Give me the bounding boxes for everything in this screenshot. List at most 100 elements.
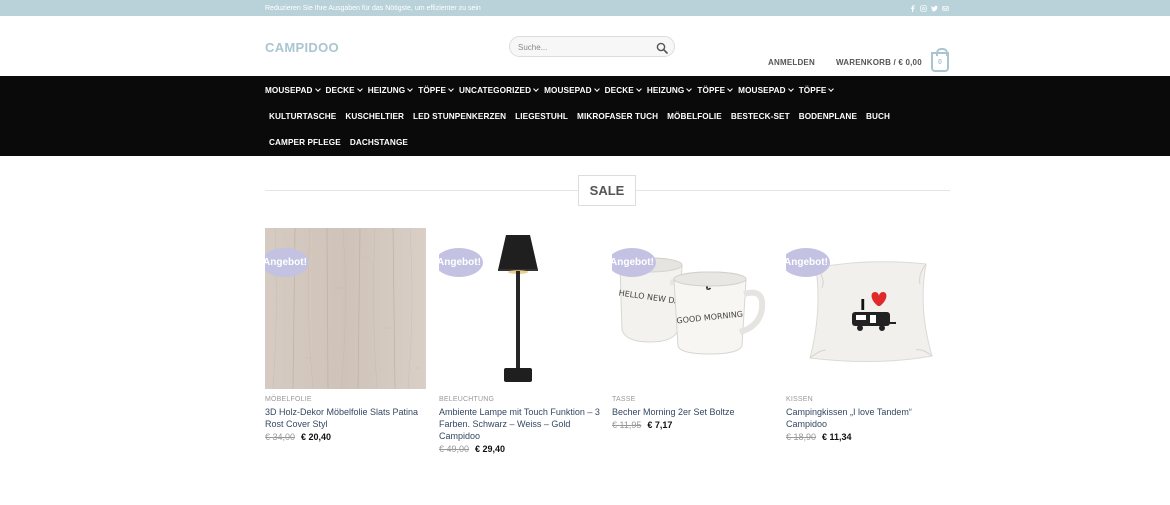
- old-price: € 11,95: [612, 420, 642, 430]
- nav-item-besteck-set[interactable]: BESTECK-SET: [731, 112, 790, 121]
- cart-link[interactable]: WARENKORB / € 0,00: [836, 58, 922, 67]
- pillow-letter: I: [860, 296, 866, 314]
- old-price: € 49,00: [439, 444, 470, 454]
- product-image-lamp[interactable]: Angebot!: [439, 228, 600, 389]
- nav-item-kuscheltier[interactable]: KUSCHELTIER: [345, 112, 404, 121]
- social-links: [909, 4, 949, 12]
- nav-item-label: DACHSTANGE: [349, 137, 408, 147]
- twitter-icon[interactable]: [931, 5, 938, 12]
- nav-item-label: LIEGESTUHL: [515, 111, 569, 121]
- nav-item-decke[interactable]: DECKE: [325, 85, 363, 95]
- nav-item-heizung[interactable]: HEIZUNG: [367, 85, 414, 95]
- site-logo[interactable]: CAMPIDOO: [265, 40, 339, 55]
- product-title[interactable]: Campingkissen „I love Tandem“ Campidoo: [786, 406, 947, 430]
- nav-item-label: LED STUNPENKERZEN: [413, 111, 507, 121]
- search-icon[interactable]: [656, 41, 668, 54]
- chevron-down-icon: [314, 86, 321, 92]
- chevron-down-icon: [635, 86, 642, 92]
- product-title[interactable]: Becher Morning 2er Set Boltze: [612, 406, 773, 418]
- chevron-down-icon: [787, 86, 794, 92]
- product-price: € 49,00 € 29,40: [439, 444, 600, 454]
- site-header: CAMPIDOO ANMELDEN WARENKORB / € 0,00 0: [0, 16, 1170, 76]
- nav-item-möbelfolie[interactable]: MÖBELFOLIE: [667, 112, 722, 121]
- nav-item-label: DECKE: [604, 85, 634, 95]
- nav-item-led-stunpenkerzen[interactable]: LED STUNPENKERZEN: [413, 112, 506, 121]
- nav-row-2: KULTURTASCHE KUSCHELTIER LED STUNPENKERZEN…: [269, 109, 890, 123]
- nav-item-decke[interactable]: DECKE: [604, 85, 642, 95]
- nav-item-label: HEIZUNG: [646, 85, 685, 95]
- sale-price: € 29,40: [475, 444, 506, 454]
- nav-item-label: KULTURTASCHE: [269, 111, 337, 121]
- chevron-down-icon: [593, 86, 600, 92]
- nav-item-label: BODENPLANE: [798, 111, 858, 121]
- nav-item-label: KUSCHELTIER: [345, 111, 405, 121]
- nav-item-camper-pflege[interactable]: CAMPER PFLEGE: [269, 138, 341, 147]
- product-image-pillow[interactable]: I Angebot!: [786, 228, 947, 389]
- product-image-mugs[interactable]: HELLO NEW DAY GOOD MORNING Angebot!: [612, 228, 773, 389]
- search-input[interactable]: [510, 38, 640, 57]
- product-category[interactable]: MÖBELFOLIE: [265, 396, 426, 403]
- nav-item-label: BESTECK-SET: [730, 111, 790, 121]
- chevron-down-icon: [356, 86, 363, 92]
- nav-item-töpfe[interactable]: TÖPFE: [798, 85, 835, 95]
- nav-item-dachstange[interactable]: DACHSTANGE: [350, 138, 408, 147]
- product-title[interactable]: Ambiente Lampe mit Touch Funktion – 3 Fa…: [439, 406, 600, 442]
- nav-item-töpfe[interactable]: TÖPFE: [697, 85, 734, 95]
- old-price: € 34,00: [265, 432, 296, 442]
- nav-item-label: UNCATEGORIZED: [459, 85, 532, 95]
- nav-item-label: MOUSEPAD: [265, 85, 313, 95]
- chevron-down-icon: [407, 86, 414, 92]
- product-image-wood-foil[interactable]: Angebot!: [265, 228, 426, 389]
- nav-item-label: TÖPFE: [798, 85, 827, 95]
- nav-item-label: BUCH: [866, 111, 891, 121]
- product-category[interactable]: KISSEN: [786, 396, 947, 403]
- email-icon[interactable]: [942, 5, 949, 12]
- product-card[interactable]: Angebot! BELEUCHTUNG Ambiente Lampe mit …: [439, 228, 600, 454]
- search-box: [509, 36, 675, 57]
- sale-section-header: SALE: [265, 175, 950, 206]
- login-link[interactable]: ANMELDEN: [768, 58, 815, 67]
- nav-item-liegestuhl[interactable]: LIEGESTUHL: [515, 112, 568, 121]
- product-category[interactable]: TASSE: [612, 396, 773, 403]
- product-price: € 34,00 € 20,40: [265, 432, 426, 442]
- nav-item-label: MOUSEPAD: [738, 85, 786, 95]
- chevron-down-icon: [533, 86, 539, 92]
- nav-item-mousepad[interactable]: MOUSEPAD: [738, 85, 794, 95]
- product-card[interactable]: Angebot! MÖBELFOLIE 3D Holz-Dekor Möbelf…: [265, 228, 426, 442]
- chevron-down-icon: [727, 86, 734, 92]
- nav-item-kulturtasche[interactable]: KULTURTASCHE: [269, 112, 336, 121]
- nav-item-label: TÖPFE: [697, 85, 726, 95]
- sale-price: € 7,17: [647, 420, 673, 430]
- instagram-icon[interactable]: [920, 4, 927, 12]
- nav-item-label: TÖPFE: [418, 85, 447, 95]
- nav-item-heizung[interactable]: HEIZUNG: [646, 85, 693, 95]
- nav-item-mousepad[interactable]: MOUSEPAD: [544, 86, 600, 95]
- product-title[interactable]: 3D Holz-Dekor Möbelfolie Slats Patina Ro…: [265, 406, 426, 430]
- facebook-icon[interactable]: [909, 4, 916, 12]
- product-price: € 18,90 € 11,34: [786, 432, 947, 442]
- product-category[interactable]: BELEUCHTUNG: [439, 396, 600, 403]
- nav-item-label: DECKE: [325, 85, 355, 95]
- nav-item-label: MIKROFASER TUCH: [577, 111, 659, 121]
- nav-item-mousepad[interactable]: MOUSEPAD: [265, 85, 321, 95]
- product-grid: Angebot! MÖBELFOLIE 3D Holz-Dekor Möbelf…: [265, 228, 950, 468]
- top-bar: Reduzieren Sie Ihre Ausgaben für das Nöt…: [0, 0, 1170, 16]
- chevron-down-icon: [686, 86, 693, 92]
- nav-item-buch[interactable]: BUCH: [866, 112, 890, 121]
- product-card[interactable]: HELLO NEW DAY GOOD MORNING Angebot! TASS…: [612, 228, 773, 430]
- product-card[interactable]: I Angebot! KISSEN Campingkissen „I love …: [786, 228, 947, 442]
- nav-item-bodenplane[interactable]: BODENPLANE: [799, 112, 857, 121]
- nav-row-3: CAMPER PFLEGE DACHSTANGE: [269, 135, 408, 149]
- nav-item-mikrofaser-tuch[interactable]: MIKROFASER TUCH: [577, 112, 658, 121]
- nav-item-töpfe[interactable]: TÖPFE: [418, 85, 454, 95]
- nav-item-label: HEIZUNG: [367, 85, 406, 95]
- cart-count-badge[interactable]: 0: [931, 48, 949, 72]
- chevron-down-icon: [828, 86, 835, 92]
- chevron-down-icon: [448, 86, 454, 92]
- section-title: SALE: [578, 175, 636, 206]
- sale-price: € 11,34: [822, 432, 852, 442]
- nav-item-label: CAMPER PFLEGE: [269, 137, 341, 147]
- nav-item-uncategorized[interactable]: UNCATEGORIZED: [459, 85, 539, 95]
- nav-item-label: MÖBELFOLIE: [667, 111, 722, 121]
- sale-price: € 20,40: [301, 432, 332, 442]
